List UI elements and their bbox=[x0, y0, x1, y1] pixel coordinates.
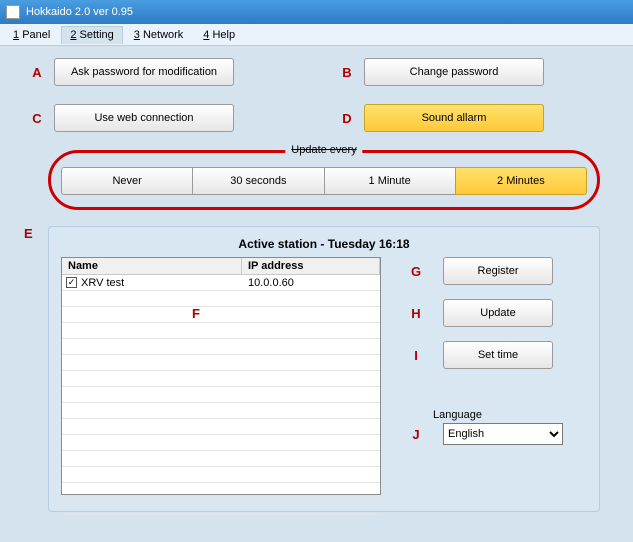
set-time-button[interactable]: Set time bbox=[443, 341, 553, 369]
marker-d: D bbox=[330, 111, 364, 126]
menu-setting[interactable]: 2 Setting bbox=[61, 26, 122, 44]
update-option-2[interactable]: 1 Minute bbox=[325, 167, 456, 195]
menubar: 1 Panel 2 Setting 3 Network 4 Help bbox=[0, 24, 633, 46]
language-label: Language bbox=[433, 409, 587, 421]
row-checkbox[interactable]: ✓ bbox=[66, 277, 77, 288]
app-icon bbox=[6, 5, 20, 19]
table-row[interactable] bbox=[62, 339, 380, 355]
table-row[interactable] bbox=[62, 307, 380, 323]
ask-password-button[interactable]: Ask password for modification bbox=[54, 58, 234, 86]
menu-panel[interactable]: 1 Panel bbox=[4, 26, 59, 44]
col-name[interactable]: Name bbox=[62, 258, 242, 274]
table-row[interactable] bbox=[62, 355, 380, 371]
marker-i: I bbox=[399, 348, 433, 363]
table-row[interactable]: ✓ XRV test 10.0.0.60 bbox=[62, 275, 380, 291]
sound-alarm-button[interactable]: Sound allarm bbox=[364, 104, 544, 132]
table-row[interactable] bbox=[62, 291, 380, 307]
update-every-group: Update every Never30 seconds1 Minute2 Mi… bbox=[48, 150, 600, 210]
menu-help[interactable]: 4 Help bbox=[194, 26, 244, 44]
titlebar: Hokkaido 2.0 ver 0.95 bbox=[0, 0, 633, 24]
window-title: Hokkaido 2.0 ver 0.95 bbox=[26, 0, 133, 24]
marker-j: J bbox=[399, 427, 433, 442]
marker-g: G bbox=[399, 264, 433, 279]
update-option-1[interactable]: 30 seconds bbox=[193, 167, 324, 195]
table-row[interactable] bbox=[62, 403, 380, 419]
marker-c: C bbox=[20, 111, 54, 126]
marker-b: B bbox=[330, 65, 364, 80]
update-option-3[interactable]: 2 Minutes bbox=[456, 167, 587, 195]
marker-h: H bbox=[399, 306, 433, 321]
update-button[interactable]: Update bbox=[443, 299, 553, 327]
update-option-0[interactable]: Never bbox=[61, 167, 193, 195]
active-station-panel: Active station - Tuesday 16:18 Name IP a… bbox=[48, 226, 600, 512]
station-table[interactable]: Name IP address ✓ XRV test 10.0.0.60 F bbox=[61, 257, 381, 495]
table-row[interactable] bbox=[62, 435, 380, 451]
menu-network[interactable]: 3 Network bbox=[125, 26, 193, 44]
table-row[interactable] bbox=[62, 419, 380, 435]
table-row[interactable] bbox=[62, 371, 380, 387]
table-row[interactable] bbox=[62, 499, 380, 515]
use-web-button[interactable]: Use web connection bbox=[54, 104, 234, 132]
register-button[interactable]: Register bbox=[443, 257, 553, 285]
table-row[interactable] bbox=[62, 323, 380, 339]
marker-a: A bbox=[20, 65, 54, 80]
col-ip[interactable]: IP address bbox=[242, 258, 380, 274]
update-every-label: Update every bbox=[285, 144, 362, 156]
table-row[interactable] bbox=[62, 483, 380, 499]
change-password-button[interactable]: Change password bbox=[364, 58, 544, 86]
table-row[interactable] bbox=[62, 387, 380, 403]
settings-content: A Ask password for modification B Change… bbox=[0, 46, 633, 524]
marker-e: E bbox=[24, 226, 33, 241]
row-ip: 10.0.0.60 bbox=[242, 277, 380, 289]
table-row[interactable] bbox=[62, 451, 380, 467]
table-row[interactable] bbox=[62, 467, 380, 483]
language-select[interactable]: English bbox=[443, 423, 563, 445]
marker-f: F bbox=[192, 306, 200, 321]
row-name: XRV test bbox=[81, 277, 124, 289]
panel-title: Active station - Tuesday 16:18 bbox=[61, 237, 587, 251]
